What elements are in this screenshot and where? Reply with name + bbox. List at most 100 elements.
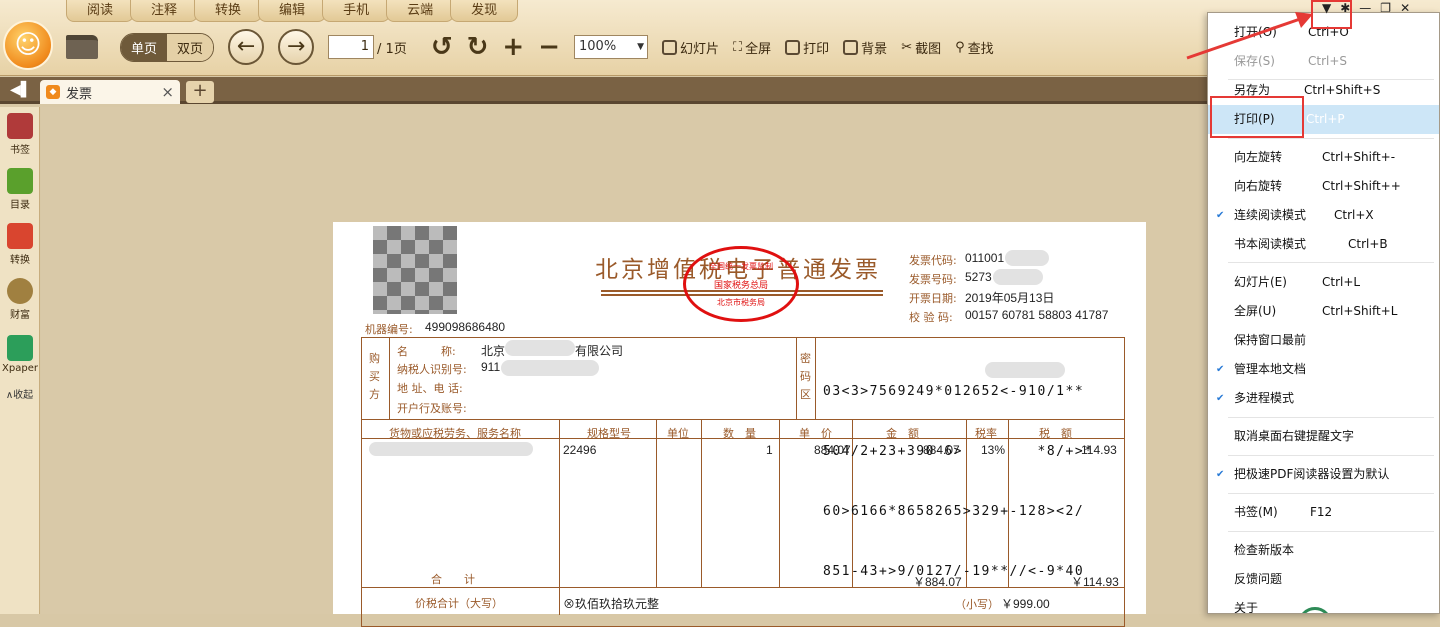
- redaction: [505, 340, 575, 356]
- menu-item-slideshow[interactable]: 幻灯片(E) Ctrl+L: [1208, 268, 1439, 297]
- menu-item-rotate-left[interactable]: 向左旋转 Ctrl+Shift+-: [1208, 143, 1439, 172]
- menu-tab-read[interactable]: 阅读: [66, 0, 135, 22]
- menu-tab-cloud[interactable]: 云端: [386, 0, 455, 22]
- zoom-select[interactable]: 100%: [574, 35, 649, 59]
- sidebar-item-xpaper[interactable]: Xpaper: [0, 327, 40, 382]
- menu-item-fullscreen[interactable]: 全屏(U) Ctrl+Shift+L: [1208, 297, 1439, 326]
- menu-item-continuous-mode[interactable]: ✔ 连续阅读模式 Ctrl+X: [1208, 201, 1439, 230]
- zoom-in-icon[interactable]: +: [502, 34, 524, 60]
- menu-item-multiprocess[interactable]: ✔ 多进程模式: [1208, 384, 1439, 413]
- zoom-out-icon[interactable]: −: [538, 34, 560, 60]
- fullscreen-label: 全屏: [745, 41, 772, 57]
- page-total-label: / 1页: [377, 41, 407, 57]
- sidebar-item-label: 财富: [10, 310, 30, 321]
- menu-item-label: 向右旋转: [1234, 179, 1283, 193]
- skin-icon[interactable]: ✱: [1340, 1, 1350, 15]
- menu-item-feedback[interactable]: 反馈问题: [1208, 565, 1439, 594]
- invoice-code-value: 011001: [965, 251, 1005, 265]
- menu-item-cancel-desktop-hint[interactable]: 取消桌面右键提醒文字: [1208, 422, 1439, 451]
- menu-item-label: 幻灯片(E): [1234, 275, 1287, 289]
- menu-tab-discover[interactable]: 发现: [450, 0, 519, 22]
- convert-icon: [7, 223, 33, 249]
- fullscreen-button[interactable]: ⛶ 全屏: [733, 38, 771, 57]
- menu-item-label: 反馈问题: [1234, 572, 1283, 586]
- print-button[interactable]: 打印: [785, 38, 829, 57]
- background-button[interactable]: 背景: [843, 38, 887, 57]
- document-viewer[interactable]: 北京增值税电子普通发票 全国统一发票监制 国家税务总局 北京市税务局 发票代码:…: [41, 107, 1207, 627]
- prev-page-button[interactable]: ←: [228, 29, 265, 65]
- grand-small-label: （小写）: [955, 598, 999, 611]
- cipher-line: 504/2+23+390-6> *8/+>*: [823, 444, 1094, 459]
- next-page-button[interactable]: →: [278, 29, 315, 65]
- col-spec-header: 规格型号: [587, 427, 631, 440]
- menu-item-label: 检查新版本: [1234, 543, 1295, 557]
- buyer-bank-label: 开户行及账号:: [397, 402, 467, 415]
- print-label: 打印: [803, 41, 830, 57]
- menu-tabs: 阅读 注释 转换 编辑 手机 云端 发现: [66, 0, 519, 22]
- sidebar-item-label: 书签: [10, 145, 30, 156]
- highlight-box-print: [1210, 96, 1304, 138]
- checkmark-icon: ✔: [1216, 469, 1225, 480]
- double-page-button[interactable]: 双页: [167, 33, 214, 61]
- total-tax: ￥114.93: [1071, 575, 1119, 589]
- menu-dropdown-icon[interactable]: ▼: [1322, 1, 1331, 15]
- screenshot-label: 截图: [915, 41, 942, 57]
- menu-tab-edit[interactable]: 编辑: [258, 0, 327, 22]
- rotate-right-icon[interactable]: ↻: [467, 34, 489, 60]
- row-price: 884.07: [814, 443, 851, 457]
- checkmark-icon: ✔: [1216, 393, 1225, 404]
- invoice-date-label: 开票日期:: [909, 292, 957, 305]
- toc-icon: [7, 168, 33, 194]
- invoice-stamp: 全国统一发票监制 国家税务总局 北京市税务局: [683, 246, 799, 322]
- cipher-line: 60>6166*8658265>329+-128><2/: [823, 504, 1085, 519]
- sidebar-item-wealth[interactable]: 财富: [0, 272, 40, 327]
- screenshot-button[interactable]: ✂ 截图: [901, 38, 941, 57]
- menu-item-check-update[interactable]: 检查新版本: [1208, 536, 1439, 565]
- menu-tab-annotate[interactable]: 注释: [130, 0, 199, 22]
- menu-item-rotate-right[interactable]: 向右旋转 Ctrl+Shift++: [1208, 172, 1439, 201]
- menu-item-shortcut: Ctrl+B: [1348, 237, 1388, 251]
- close-window-icon[interactable]: ✕: [1400, 1, 1410, 15]
- close-tab-icon[interactable]: ×: [161, 83, 174, 101]
- menu-item-book-mode[interactable]: 书本阅读模式 Ctrl+B: [1208, 230, 1439, 259]
- menu-item-label: 全屏(U): [1234, 304, 1277, 318]
- page-number-input[interactable]: 1: [328, 35, 375, 59]
- sidebar-item-bookmark[interactable]: 书签: [0, 107, 40, 162]
- stamp-text-bottom: 北京市税务局: [717, 297, 765, 307]
- menu-item-shortcut: Ctrl+X: [1334, 208, 1374, 222]
- menu-item-bookmark[interactable]: 书签(M) F12: [1208, 498, 1439, 527]
- menu-tab-mobile[interactable]: 手机: [322, 0, 391, 22]
- slideshow-button[interactable]: 幻灯片: [662, 38, 719, 57]
- menu-separator: [1228, 262, 1434, 263]
- menu-separator: [1228, 493, 1434, 494]
- menu-item-manage-local-docs[interactable]: ✔ 管理本地文档: [1208, 355, 1439, 384]
- menu-tab-convert[interactable]: 转换: [194, 0, 263, 22]
- fullscreen-icon: ⛶: [733, 39, 743, 55]
- table-rule: [796, 337, 797, 419]
- document-tab[interactable]: ◆ 发票 ×: [40, 80, 180, 104]
- app-logo-icon[interactable]: ☺: [3, 20, 53, 70]
- sidebar-item-convert[interactable]: 转换: [0, 217, 40, 272]
- grand-small-value: ￥999.00: [1001, 597, 1050, 611]
- restore-icon[interactable]: ❐: [1380, 1, 1391, 15]
- left-sidebar: 书签 目录 转换 财富 Xpaper ∧收起: [0, 107, 40, 614]
- menu-item-set-default[interactable]: ✔ 把极速PDF阅读器设置为默认: [1208, 460, 1439, 489]
- buyer-tax-label: 纳税人识别号:: [397, 363, 467, 376]
- single-page-button[interactable]: 单页: [121, 33, 168, 61]
- open-folder-icon[interactable]: [66, 35, 98, 59]
- sidebar-collapse-button[interactable]: ∧收起: [0, 386, 39, 401]
- checkmark-icon: ✔: [1216, 364, 1225, 375]
- redaction: [993, 269, 1043, 285]
- collapse-sidebar-icon[interactable]: ◀▌: [10, 82, 32, 98]
- sidebar-item-label: Xpaper: [2, 363, 38, 374]
- slideshow-icon: [662, 39, 678, 55]
- minimize-icon[interactable]: —: [1359, 1, 1371, 15]
- find-button[interactable]: ⚲ 查找: [955, 38, 994, 57]
- menu-item-keep-on-top[interactable]: 保持窗口最前: [1208, 326, 1439, 355]
- table-rule: [779, 419, 780, 587]
- sidebar-item-toc[interactable]: 目录: [0, 162, 40, 217]
- add-tab-button[interactable]: +: [186, 81, 214, 103]
- document-tab-label: 发票: [66, 86, 93, 102]
- rotate-left-icon[interactable]: ↺: [431, 34, 453, 60]
- invoice-number-label: 发票号码:: [909, 273, 957, 286]
